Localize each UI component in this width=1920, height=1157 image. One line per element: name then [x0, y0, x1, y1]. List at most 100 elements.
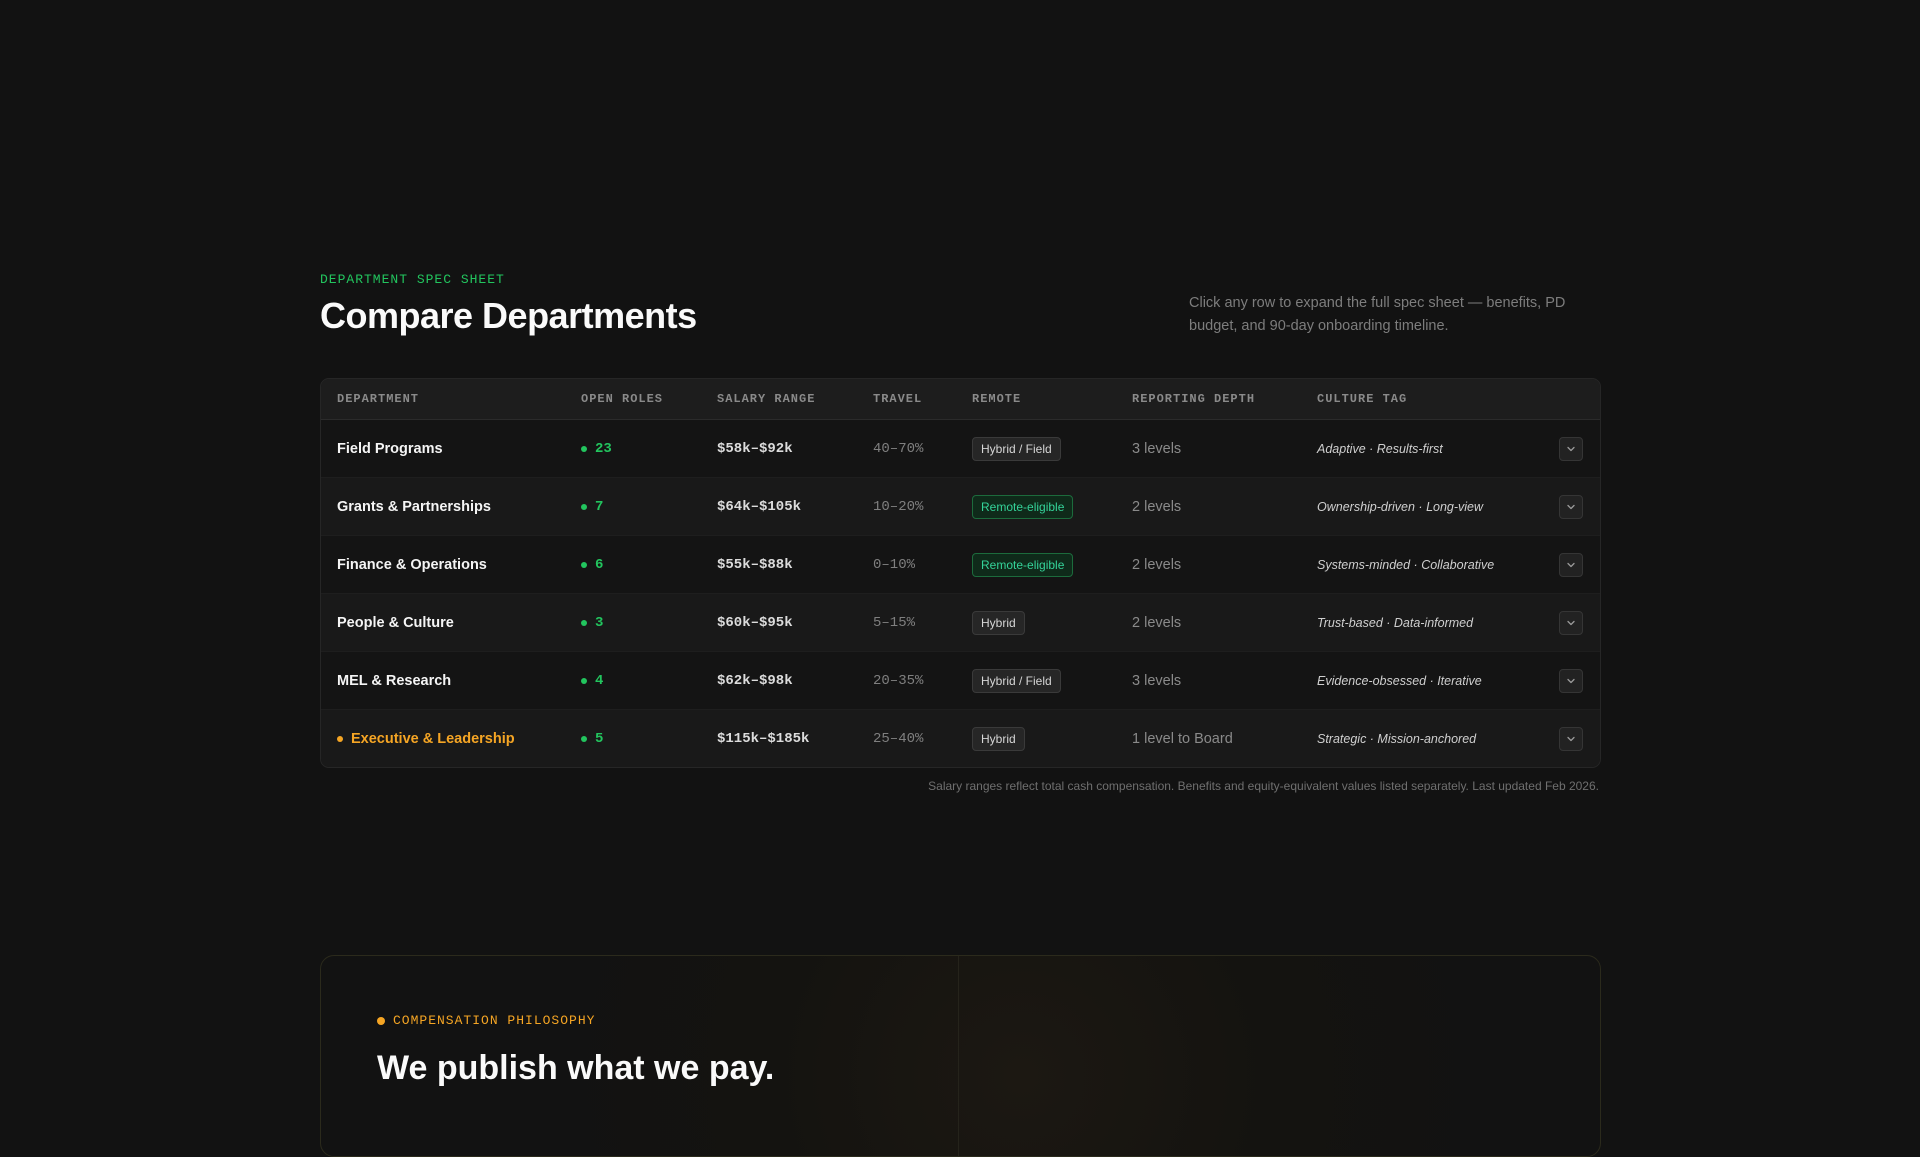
reporting-depth-cell: 2 levels	[1132, 556, 1182, 573]
status-dot-icon	[581, 619, 587, 626]
culture-tag-cell: Systems-minded · Collaborative	[1317, 557, 1495, 572]
open-roles-count: 4	[595, 672, 604, 689]
department-name: Finance & Operations	[337, 556, 487, 573]
department-name: People & Culture	[337, 614, 454, 631]
column-header-remote: REMOTE	[972, 392, 1022, 406]
travel-cell: 0–10%	[873, 556, 916, 573]
remote-badge: Hybrid	[972, 610, 1025, 635]
column-header-reporting-depth: REPORTING DEPTH	[1132, 392, 1256, 406]
open-roles-count: 5	[595, 730, 604, 747]
open-roles-cell: 4	[581, 652, 603, 709]
departments-table: DEPARTMENT OPEN ROLES SALARY RANGE TRAVE…	[320, 378, 1601, 768]
open-roles-cell: 7	[581, 478, 603, 535]
philosophy-eyebrow: COMPENSATION PHILOSOPHY	[377, 1013, 595, 1028]
open-roles-count: 3	[595, 614, 604, 631]
column-header-department: DEPARTMENT	[337, 392, 420, 406]
open-roles-count: 6	[595, 556, 604, 573]
expand-row-button[interactable]	[1559, 436, 1583, 461]
travel-cell: 5–15%	[873, 614, 916, 631]
table-body: Field Programs 23 $58k–$92k 40–70% Hybrid / …	[321, 420, 1600, 767]
department-name: Grants & Partnerships	[337, 498, 491, 515]
open-roles-cell: 3	[581, 594, 603, 651]
philosophy-title: We publish what we pay.	[377, 1049, 775, 1087]
card-divider	[958, 956, 959, 1156]
department-cell: Field Programs	[337, 420, 443, 477]
chevron-down-icon	[1567, 620, 1575, 625]
remote-cell: Hybrid	[972, 594, 1025, 651]
remote-badge: Remote-eligible	[972, 494, 1074, 519]
department-name: Executive & Leadership	[351, 730, 515, 747]
table-row[interactable]: Grants & Partnerships 7 $64k–$105k 10–20% Re…	[321, 478, 1600, 536]
reporting-depth-cell: 3 levels	[1132, 440, 1182, 457]
expand-cell	[1559, 652, 1583, 709]
chevron-down-icon	[1567, 736, 1575, 741]
remote-cell: Hybrid / Field	[972, 420, 1061, 477]
expand-row-button[interactable]	[1559, 494, 1583, 519]
table-row[interactable]: Executive & Leadership 5 $115k–$185k 25–40%…	[321, 710, 1600, 767]
table-header: DEPARTMENT OPEN ROLES SALARY RANGE TRAVE…	[321, 379, 1600, 420]
department-cell: MEL & Research	[337, 652, 451, 709]
highlight-dot-icon	[337, 735, 343, 742]
expand-row-button[interactable]	[1559, 668, 1583, 693]
remote-badge: Remote-eligible	[972, 552, 1074, 577]
column-header-culture-tag: CULTURE TAG	[1317, 392, 1408, 406]
expand-cell	[1559, 710, 1583, 767]
remote-badge: Hybrid / Field	[972, 668, 1061, 693]
open-roles-count: 23	[595, 440, 612, 457]
department-cell: Executive & Leadership	[337, 710, 515, 767]
amber-dot-icon	[377, 1016, 385, 1025]
chevron-down-icon	[1567, 678, 1575, 683]
open-roles-cell: 6	[581, 536, 603, 593]
philosophy-eyebrow-label: COMPENSATION PHILOSOPHY	[393, 1013, 596, 1028]
salary-range-cell: $55k–$88k	[717, 556, 793, 573]
expand-cell	[1559, 478, 1583, 535]
expand-row-button[interactable]	[1559, 610, 1583, 635]
culture-tag-cell: Trust-based · Data-informed	[1317, 615, 1474, 630]
open-roles-cell: 23	[581, 420, 612, 477]
column-header-open-roles: OPEN ROLES	[581, 392, 664, 406]
remote-cell: Remote-eligible	[972, 478, 1074, 535]
salary-range-cell: $62k–$98k	[717, 672, 793, 689]
department-name: MEL & Research	[337, 672, 452, 689]
department-cell: Grants & Partnerships	[337, 478, 491, 535]
status-dot-icon	[581, 561, 587, 568]
table-row[interactable]: Field Programs 23 $58k–$92k 40–70% Hybrid / …	[321, 420, 1600, 478]
salary-range-cell: $115k–$185k	[717, 730, 810, 747]
travel-cell: 40–70%	[873, 440, 924, 457]
culture-tag-cell: Ownership-driven · Long-view	[1317, 499, 1484, 514]
reporting-depth-cell: 2 levels	[1132, 498, 1182, 515]
section-intro: Click any row to expand the full spec sh…	[1189, 295, 1566, 334]
remote-cell: Remote-eligible	[972, 536, 1074, 593]
travel-cell: 20–35%	[873, 672, 924, 689]
expand-row-button[interactable]	[1559, 726, 1583, 751]
column-header-salary-range: SALARY RANGE	[717, 392, 816, 406]
compensation-philosophy-card: COMPENSATION PHILOSOPHY We publish what …	[320, 955, 1601, 1157]
table-row[interactable]: Finance & Operations 6 $55k–$88k 0–10% Remot…	[321, 536, 1600, 594]
reporting-depth-cell: 3 levels	[1132, 672, 1182, 689]
expand-cell	[1559, 536, 1583, 593]
expand-row-button[interactable]	[1559, 552, 1583, 577]
chevron-down-icon	[1567, 446, 1575, 451]
culture-tag-cell: Evidence-obsessed · Iterative	[1317, 673, 1482, 688]
table-row[interactable]: MEL & Research 4 $62k–$98k 20–35% Hybrid / F…	[321, 652, 1600, 710]
remote-badge: Hybrid / Field	[972, 436, 1061, 461]
status-dot-icon	[581, 677, 587, 684]
column-header-travel: TRAVEL	[873, 392, 923, 406]
culture-tag-cell: Adaptive · Results-first	[1317, 441, 1443, 456]
reporting-depth-cell: 1 level to Board	[1132, 730, 1233, 747]
travel-cell: 10–20%	[873, 498, 924, 515]
department-spec-section: DEPARTMENT SPEC SHEET Compare Department…	[320, 272, 1601, 793]
department-cell: People & Culture	[337, 594, 454, 651]
table-footnote: Salary ranges reflect total cash compens…	[928, 779, 1599, 793]
expand-cell	[1559, 594, 1583, 651]
status-dot-icon	[581, 735, 587, 742]
expand-cell	[1559, 420, 1583, 477]
salary-range-cell: $64k–$105k	[717, 498, 802, 515]
status-dot-icon	[581, 445, 587, 452]
remote-cell: Hybrid / Field	[972, 652, 1061, 709]
table-row[interactable]: People & Culture 3 $60k–$95k 5–15% Hybrid 2 l…	[321, 594, 1600, 652]
department-name: Field Programs	[337, 440, 443, 457]
reporting-depth-cell: 2 levels	[1132, 614, 1182, 631]
travel-cell: 25–40%	[873, 730, 924, 747]
section-eyebrow: DEPARTMENT SPEC SHEET	[320, 272, 505, 287]
